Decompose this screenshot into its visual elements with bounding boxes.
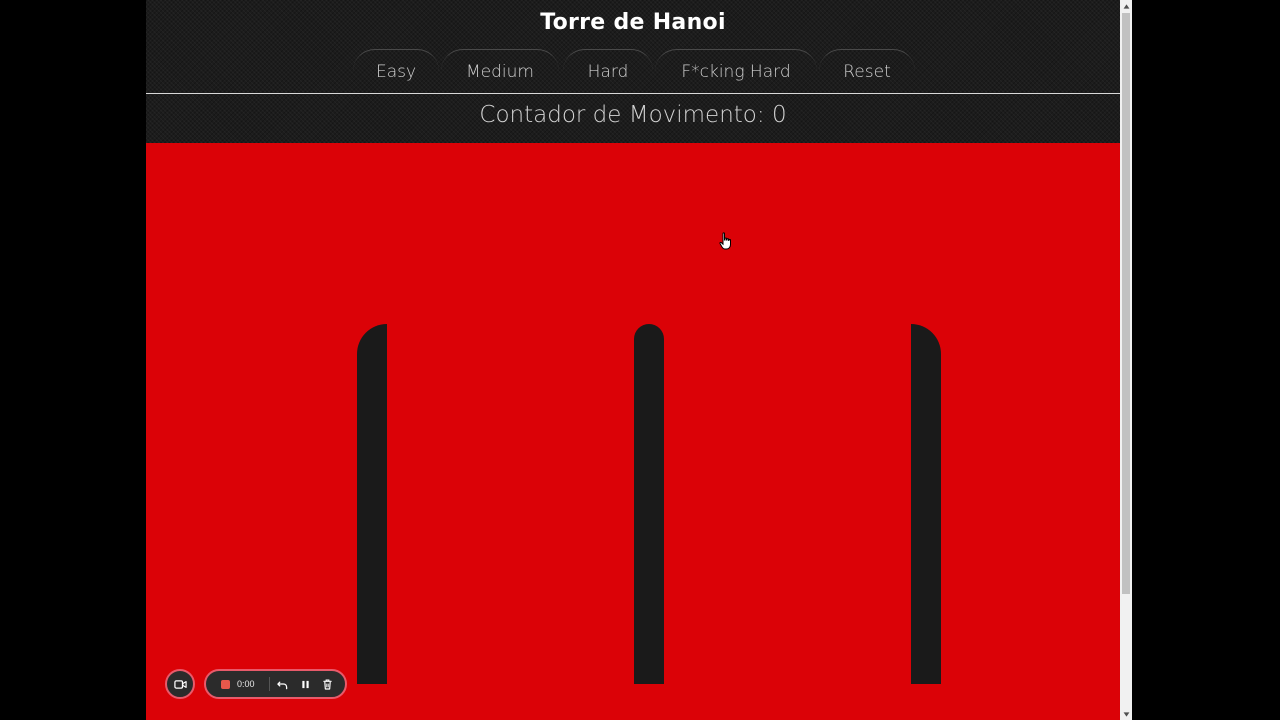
tower-rod-3[interactable] <box>911 324 941 684</box>
camera-button[interactable] <box>165 669 195 699</box>
recorder-divider <box>269 677 270 691</box>
stop-icon[interactable] <box>221 680 230 689</box>
game-board: 0:00 <box>146 143 1120 720</box>
nav-divider <box>146 93 1120 94</box>
pause-button[interactable] <box>298 677 312 691</box>
delete-icon <box>322 678 332 690</box>
recording-time: 0:00 <box>237 679 255 689</box>
scrollbar-thumb[interactable] <box>1122 13 1130 594</box>
undo-icon <box>276 681 287 689</box>
reset-button[interactable]: Reset <box>819 49 915 92</box>
scroll-up-arrow-icon[interactable] <box>1120 0 1132 12</box>
tower-rod-1[interactable] <box>357 324 387 684</box>
fcking-hard-button[interactable]: F*cking Hard <box>655 49 817 92</box>
move-counter-value: 0 <box>771 102 787 128</box>
game-viewport: Torre de Hanoi Easy Medium Hard F*cking … <box>146 0 1120 720</box>
move-counter: Contador de Movimento: 0 <box>146 102 1120 128</box>
camera-icon <box>173 679 187 689</box>
move-counter-label: Contador de Movimento: <box>479 102 772 128</box>
page-title: Torre de Hanoi <box>540 10 726 35</box>
hard-button[interactable]: Hard <box>563 49 653 92</box>
hand-cursor-icon <box>719 232 731 250</box>
recorder-toolbar: 0:00 <box>204 669 347 699</box>
undo-button[interactable] <box>275 677 289 691</box>
vertical-scrollbar[interactable] <box>1120 0 1132 720</box>
pause-icon <box>301 680 309 688</box>
header: Torre de Hanoi Easy Medium Hard F*cking … <box>146 0 1120 143</box>
tower-rod-2[interactable] <box>634 324 664 684</box>
delete-button[interactable] <box>320 677 334 691</box>
difficulty-nav: Easy Medium Hard F*cking Hard Reset <box>146 49 1120 93</box>
easy-button[interactable]: Easy <box>353 49 439 92</box>
medium-button[interactable]: Medium <box>441 49 559 92</box>
scroll-down-arrow-icon[interactable] <box>1120 708 1132 720</box>
